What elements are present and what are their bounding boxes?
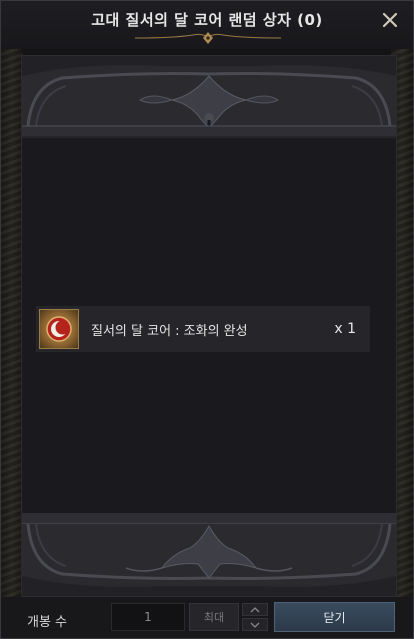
moon-core-icon — [39, 309, 79, 349]
random-box-window: 고대 질서의 달 코어 랜덤 상자 (0) 질서의 달 코어: 조화의 완성 … — [0, 0, 414, 639]
left-border-texture — [1, 1, 23, 638]
item-name: 질서의 달 코어 : 조화의 완성 — [91, 323, 248, 339]
item-count: x 1 — [334, 321, 356, 337]
title-ornament-icon — [134, 32, 282, 44]
reward-item-row[interactable]: 질서의 달 코어 : 조화의 완성 x 1 — [36, 306, 370, 352]
max-button[interactable]: 최대 — [189, 603, 239, 631]
increment-button[interactable] — [242, 603, 268, 616]
close-x-icon — [383, 13, 397, 27]
close-button[interactable]: 닫기 — [274, 602, 395, 632]
footer-controls: 개봉 수 최대 닫기 — [1, 597, 413, 638]
close-x-button[interactable] — [377, 7, 403, 33]
chevron-up-icon — [250, 606, 260, 612]
quantity-input[interactable] — [111, 603, 185, 631]
chevron-down-icon — [250, 622, 260, 628]
bottom-frame-ornament-icon — [22, 512, 396, 596]
quantity-stepper — [242, 603, 268, 631]
reward-panel: 질서의 달 코어 : 조화의 완성 x 1 — [21, 55, 397, 597]
window-title: 고대 질서의 달 코어 랜덤 상자 (0) — [91, 11, 323, 29]
decrement-button[interactable] — [242, 618, 268, 631]
crescent-moon-icon — [46, 316, 72, 342]
title-bar: 고대 질서의 달 코어 랜덤 상자 (0) — [1, 1, 413, 49]
top-frame-ornament-icon — [22, 56, 396, 138]
open-count-label: 개봉 수 — [27, 615, 68, 630]
